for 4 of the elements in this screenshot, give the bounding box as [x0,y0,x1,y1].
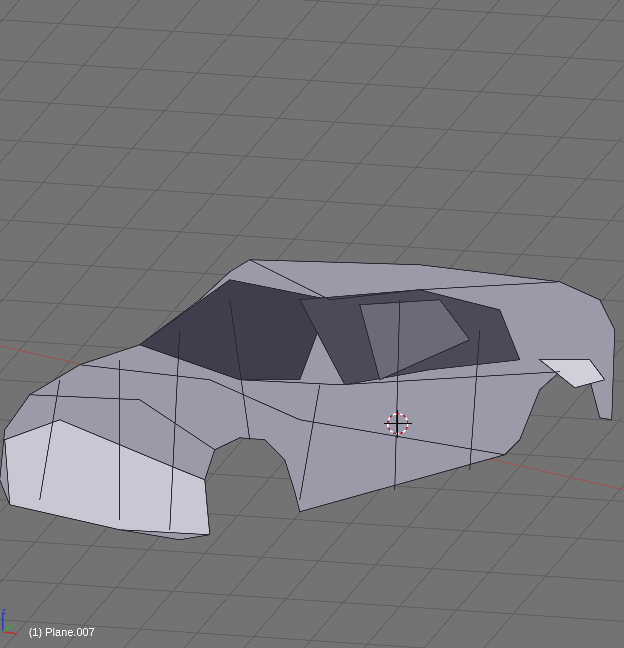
3d-cursor-icon [384,410,412,438]
axis-label: z [2,607,6,616]
axis-gizmo-icon [2,614,18,635]
object-info-text: (1) Plane.007 [29,628,96,639]
